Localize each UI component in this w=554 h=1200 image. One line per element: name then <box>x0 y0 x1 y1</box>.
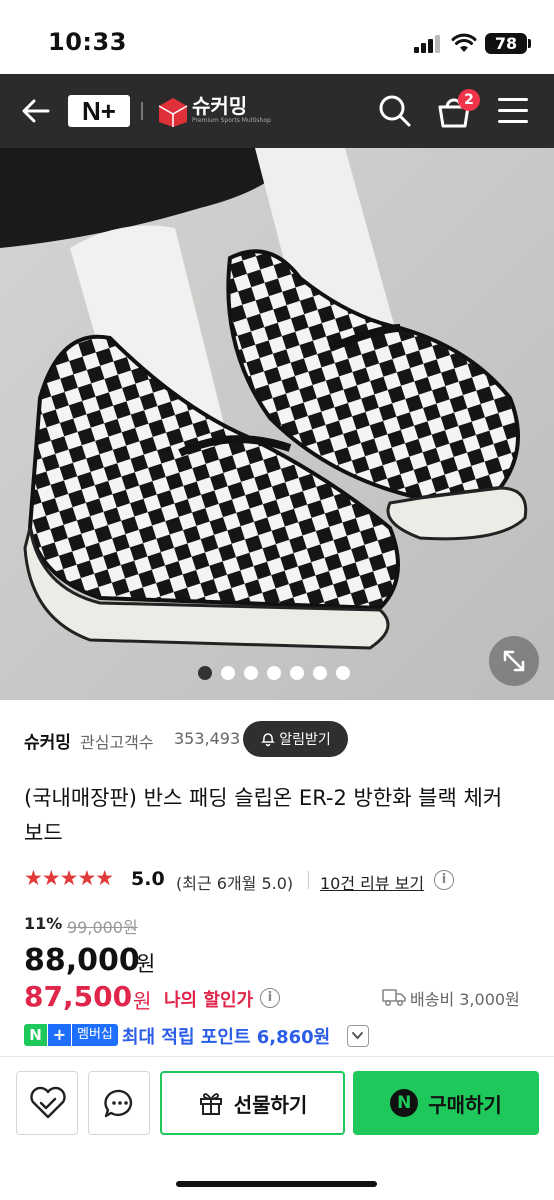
buy-button[interactable]: N 구매하기 <box>353 1071 539 1135</box>
product-photo <box>0 148 554 700</box>
image-pagination[interactable] <box>198 666 350 680</box>
battery-icon: 78 <box>485 33 527 54</box>
product-image[interactable] <box>0 148 554 700</box>
follower-count: 353,493 <box>174 729 241 748</box>
pagination-dot[interactable] <box>244 666 258 680</box>
shipping-fee: 배송비 3,000원 <box>410 990 520 1009</box>
follower-label: 관심고객수 <box>80 733 154 752</box>
buy-label: 구매하기 <box>428 1092 502 1117</box>
membership-badge-label: 멤버십 <box>72 1024 118 1046</box>
pagination-dot[interactable] <box>290 666 304 680</box>
shop-tagline: Premium Sports Multishop <box>192 117 271 124</box>
naver-plus-logo-text: N+ <box>82 96 116 126</box>
gift-label: 선물하기 <box>233 1092 308 1117</box>
pagination-dot[interactable] <box>221 666 235 680</box>
bell-plus-icon <box>261 733 276 747</box>
nav-divider <box>141 102 143 120</box>
rating-info-icon[interactable]: i <box>434 870 454 890</box>
wishlist-button[interactable] <box>16 1071 78 1135</box>
cart-count-badge: 2 <box>458 89 480 111</box>
my-discount-label: 나의 할인가 <box>164 990 254 1011</box>
my-discount-price-unit: 원 <box>133 989 152 1013</box>
wifi-icon <box>451 33 477 52</box>
heart-check-icon <box>30 1086 66 1119</box>
alarm-label: 알림받기 <box>279 732 331 748</box>
menu-icon[interactable] <box>498 98 528 124</box>
rating-row: ★★★★★ 5.0 (최근 6개월 5.0) 10건 리뷰 보기 i <box>24 866 544 894</box>
membership-row[interactable]: N + 멤버십 최대 적립 포인트 6,860원 <box>24 1022 424 1048</box>
chevron-down-icon[interactable] <box>347 1025 369 1047</box>
gift-icon <box>199 1093 222 1115</box>
alarm-subscribe-button[interactable]: 알림받기 <box>243 721 348 757</box>
rating-stars: ★★★★★ <box>24 866 114 890</box>
status-time: 10:33 <box>48 28 127 56</box>
home-indicator <box>176 1181 377 1187</box>
discount-rate: 11% <box>24 914 63 933</box>
rating-recent: (최근 6개월 5.0) <box>176 874 294 893</box>
naver-plus-logo[interactable]: N+ <box>68 95 130 127</box>
my-discount-price: 87,500 <box>24 980 133 1013</box>
search-icon[interactable] <box>378 94 412 128</box>
zoom-button[interactable] <box>489 636 539 686</box>
membership-badge-n: N <box>24 1024 47 1046</box>
pagination-dot[interactable] <box>336 666 350 680</box>
back-arrow-icon[interactable] <box>20 96 52 126</box>
bottom-action-bar: 선물하기 N 구매하기 <box>0 1056 554 1200</box>
original-price: 99,000원 <box>67 918 138 937</box>
gift-button[interactable]: 선물하기 <box>160 1071 345 1135</box>
expand-icon <box>503 650 525 672</box>
store-name[interactable]: 슈커밍 <box>24 728 71 753</box>
rating-value: 5.0 <box>131 868 165 890</box>
rating-divider <box>308 871 309 889</box>
product-title: (국내매장판) 반스 패딩 슬립온 ER-2 방한화 블랙 체커 보드 <box>24 786 503 845</box>
shop-name[interactable]: 슈커밍 <box>192 94 247 118</box>
sale-price: 88,000 <box>24 943 140 978</box>
pagination-dot[interactable] <box>198 666 212 680</box>
battery-tip <box>528 39 531 48</box>
chat-bubble-icon <box>104 1089 133 1118</box>
membership-points-text: 최대 적립 포인트 6,860원 <box>122 1027 331 1048</box>
sale-price-unit: 원 <box>136 952 156 976</box>
pagination-dot[interactable] <box>267 666 281 680</box>
naver-pay-icon: N <box>390 1089 419 1117</box>
signal-icon <box>414 35 440 53</box>
shop-logo-icon[interactable] <box>155 94 191 128</box>
membership-badge-plus: + <box>48 1024 71 1046</box>
status-bar: 10:33 78 <box>0 0 554 74</box>
review-link[interactable]: 10건 리뷰 보기 <box>320 870 424 894</box>
truck-icon <box>382 989 406 1007</box>
talk-button[interactable] <box>88 1071 150 1135</box>
top-nav-bar: N+ 슈커밍 Premium Sports Multishop 2 <box>0 74 554 148</box>
my-price-info-icon[interactable]: i <box>260 988 280 1008</box>
pagination-dot[interactable] <box>313 666 327 680</box>
